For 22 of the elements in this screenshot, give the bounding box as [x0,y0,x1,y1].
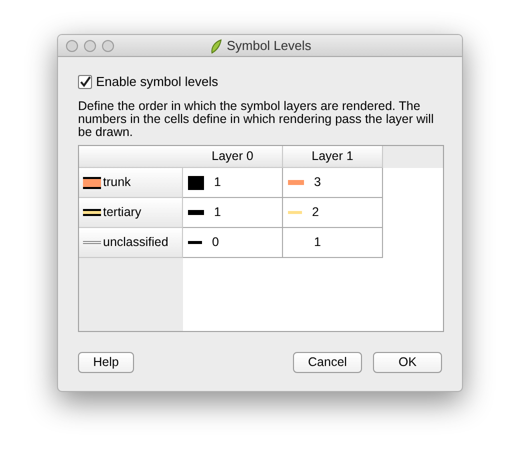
leaf-icon [208,38,223,54]
minimize-button[interactable] [84,40,96,52]
row-header: tertiary [103,204,142,222]
row-header: unclassified [103,234,168,252]
window-title: Symbol Levels [226,37,312,56]
ok-button[interactable]: OK [373,352,442,373]
column-header: Layer 1 [283,146,383,168]
table-cell[interactable]: 0 [212,233,219,252]
table-cell[interactable]: 1 [314,233,321,252]
close-button[interactable] [66,40,78,52]
column-header: Layer 0 [183,146,283,168]
row-header: trunk [103,174,131,192]
table-cell[interactable]: 2 [312,203,319,222]
description-text: Define the order in which the symbol layers are rendered. The numbers in the cells define in which rendering pass the layer will be drawn. [78,100,435,139]
checkbox[interactable] [78,75,92,89]
checkbox-label: Enable symbol levels [96,73,218,92]
help-button[interactable]: Help [78,352,134,373]
table-cell[interactable]: 3 [314,173,321,192]
zoom-button[interactable] [102,40,114,52]
cancel-button[interactable]: Cancel [293,352,362,373]
table-cell[interactable]: 1 [214,203,221,222]
table-cell[interactable]: 1 [214,173,221,192]
